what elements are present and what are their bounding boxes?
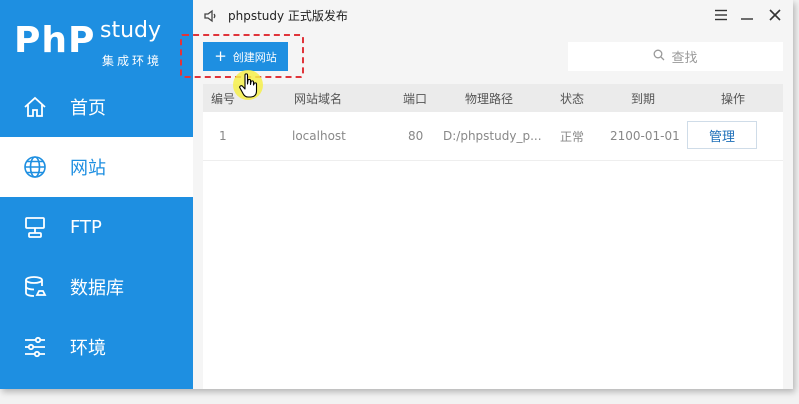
table-header: 编号 网站域名 端口 物理路径 状态 到期 操作 <box>203 84 783 112</box>
manage-button[interactable]: 管理 <box>687 121 757 149</box>
cell-port: 80 <box>408 129 424 143</box>
sidebar-item-label: FTP <box>70 216 102 238</box>
sidebar-item-ftp[interactable]: FTP <box>0 197 193 257</box>
column-header-expires: 到期 <box>631 91 656 106</box>
main-panel: phpstudy 正式版发布 + 创建网站 查找 编号 网站域名 端口 物理路径… <box>180 0 793 389</box>
sidebar-item-label: 网站 <box>70 158 106 179</box>
column-header-status: 状态 <box>560 91 585 106</box>
server-icon <box>22 214 48 240</box>
sidebar-item-website[interactable]: 网站 <box>0 137 193 197</box>
logo-study: study <box>100 18 162 43</box>
column-header-port: 端口 <box>403 91 428 106</box>
sidebar-item-label: 首页 <box>70 98 106 119</box>
sidebar-item-database[interactable]: 数据库 <box>0 257 193 317</box>
logo-subtitle: 集成环境 <box>102 54 163 68</box>
cell-status: 正常 <box>560 129 585 144</box>
globe-icon <box>22 154 48 180</box>
cell-path: D:/phpstudy_p... <box>443 129 542 143</box>
cell-expires: 2100-01-01 <box>610 129 680 143</box>
website-table: 1 localhost 80 D:/phpstudy_p... 正常 2100-… <box>203 112 783 389</box>
create-website-label: 创建网站 <box>232 50 277 64</box>
column-header-path: 物理路径 <box>465 91 514 106</box>
create-website-button[interactable]: + 创建网站 <box>203 42 288 71</box>
logo-main: PhP <box>14 20 96 61</box>
cell-domain: localhost <box>292 129 346 143</box>
sidebar-item-label: 环境 <box>70 338 106 359</box>
speaker-icon <box>203 8 219 28</box>
plus-icon: + <box>214 47 227 65</box>
sliders-icon <box>22 334 48 360</box>
hand-cursor-icon <box>232 69 268 109</box>
search-placeholder: 查找 <box>671 51 698 66</box>
search-icon <box>653 49 665 65</box>
column-header-action: 操作 <box>721 91 746 106</box>
sidebar: PhP study 集成环境 首页 网站 FTP 数据库 环境 <box>0 0 193 389</box>
column-header-domain: 网站域名 <box>294 91 343 106</box>
menu-icon[interactable] <box>712 6 730 24</box>
close-icon[interactable] <box>766 6 784 24</box>
topbar: phpstudy 正式版发布 <box>193 0 793 32</box>
notice-text[interactable]: phpstudy 正式版发布 <box>228 7 348 24</box>
table-row: 1 localhost 80 D:/phpstudy_p... 正常 2100-… <box>203 112 783 161</box>
search-input[interactable]: 查找 <box>568 42 783 71</box>
sidebar-item-home[interactable]: 首页 <box>0 77 193 137</box>
minimize-icon[interactable] <box>738 6 756 24</box>
database-icon <box>22 274 48 300</box>
home-icon <box>22 94 48 120</box>
app-window: PhP study 集成环境 首页 网站 FTP 数据库 环境 phpstudy… <box>0 0 793 389</box>
sidebar-item-label: 数据库 <box>70 278 124 299</box>
logo: PhP study 集成环境 <box>14 18 184 78</box>
cell-id: 1 <box>219 129 227 143</box>
sidebar-item-environment[interactable]: 环境 <box>0 317 193 377</box>
